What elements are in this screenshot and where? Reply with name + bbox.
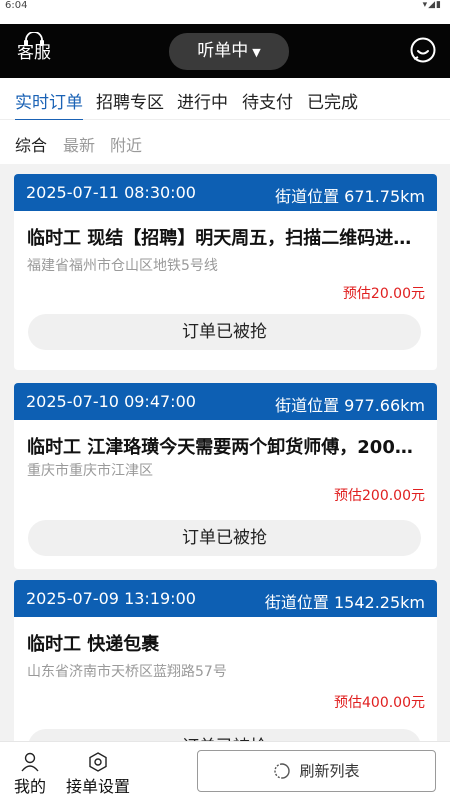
order-title: 临时工 现结【招聘】明天周五，扫描二维码进群查看招聘详情 — [27, 228, 422, 249]
nav-mine-label: 我的 — [14, 777, 47, 796]
order-card[interactable]: 2025-07-10 09:47:00 街道位置 977.66km 临时工 江津… — [14, 383, 437, 569]
user-icon — [21, 752, 39, 772]
order-title: 临时工 快递包裹 — [27, 634, 160, 655]
order-datetime: 2025-07-10 09:47:00 — [26, 392, 196, 411]
top-bar: 客服 听单中 ▼ — [0, 24, 450, 78]
nav-order-settings[interactable]: 接单设置 — [66, 752, 130, 797]
caret-down-icon: ▼ — [252, 46, 261, 59]
sort-nearby[interactable]: 附近 — [110, 132, 142, 156]
tab-pending-payment[interactable]: 待支付 — [242, 88, 293, 113]
tab-recruitment[interactable]: 招聘专区 — [96, 88, 164, 113]
order-card[interactable]: 2025-07-11 08:30:00 街道位置 671.75km 临时工 现结… — [14, 174, 437, 370]
listening-status-label: 听单中 — [197, 41, 249, 61]
order-tabs: 实时订单 招聘专区 进行中 待支付 已完成 — [0, 78, 450, 121]
nav-mine[interactable]: 我的 — [14, 752, 46, 797]
bottom-bar: 我的 接单设置 刷新列表 — [0, 741, 450, 800]
tab-in-progress[interactable]: 进行中 — [177, 88, 228, 113]
tab-realtime-orders[interactable]: 实时订单 — [15, 88, 83, 121]
order-datetime: 2025-07-09 13:19:00 — [26, 589, 196, 608]
customer-service-button[interactable]: 客服 — [14, 32, 54, 72]
order-distance: 街道位置 671.75km — [275, 187, 425, 206]
chat-icon[interactable] — [409, 36, 437, 64]
status-time: 6:04 — [5, 0, 28, 11]
order-title: 临时工 江津珞璜今天需要两个卸货师傅，200元一天 — [27, 437, 422, 458]
order-address: 重庆市重庆市江津区 — [27, 463, 153, 479]
order-card-header: 2025-07-09 13:19:00 街道位置 1542.25km — [14, 580, 437, 617]
refresh-list-label: 刷新列表 — [299, 762, 360, 780]
status-icons: ▾◢▮ — [422, 0, 442, 10]
order-status-button[interactable]: 订单已被抢 — [28, 314, 421, 350]
sort-latest[interactable]: 最新 — [63, 132, 95, 156]
sort-tabs: 综合 最新 附近 — [0, 120, 450, 164]
order-distance: 街道位置 977.66km — [275, 396, 425, 415]
order-address: 福建省福州市仓山区地铁5号线 — [27, 258, 218, 274]
order-card-header: 2025-07-10 09:47:00 街道位置 977.66km — [14, 383, 437, 420]
order-card-header: 2025-07-11 08:30:00 街道位置 671.75km — [14, 174, 437, 211]
order-price: 预估20.00元 — [342, 286, 425, 302]
order-price: 预估200.00元 — [334, 488, 425, 504]
listening-status-toggle[interactable]: 听单中 ▼ — [169, 33, 289, 70]
customer-service-label: 客服 — [17, 43, 51, 63]
status-bar: 6:04 ▾◢▮ — [0, 0, 450, 24]
order-address: 山东省济南市天桥区蓝翔路57号 — [27, 664, 227, 680]
order-price: 预估400.00元 — [334, 695, 425, 711]
sort-comprehensive[interactable]: 综合 — [15, 132, 47, 156]
order-datetime: 2025-07-11 08:30:00 — [26, 183, 196, 202]
order-status-button[interactable]: 订单已被抢 — [28, 520, 421, 556]
refresh-list-button[interactable]: 刷新列表 — [197, 750, 436, 792]
order-distance: 街道位置 1542.25km — [264, 593, 425, 612]
settings-icon — [89, 752, 107, 772]
tab-completed[interactable]: 已完成 — [307, 88, 358, 113]
refresh-icon — [274, 762, 291, 779]
nav-order-settings-label: 接单设置 — [66, 777, 131, 796]
